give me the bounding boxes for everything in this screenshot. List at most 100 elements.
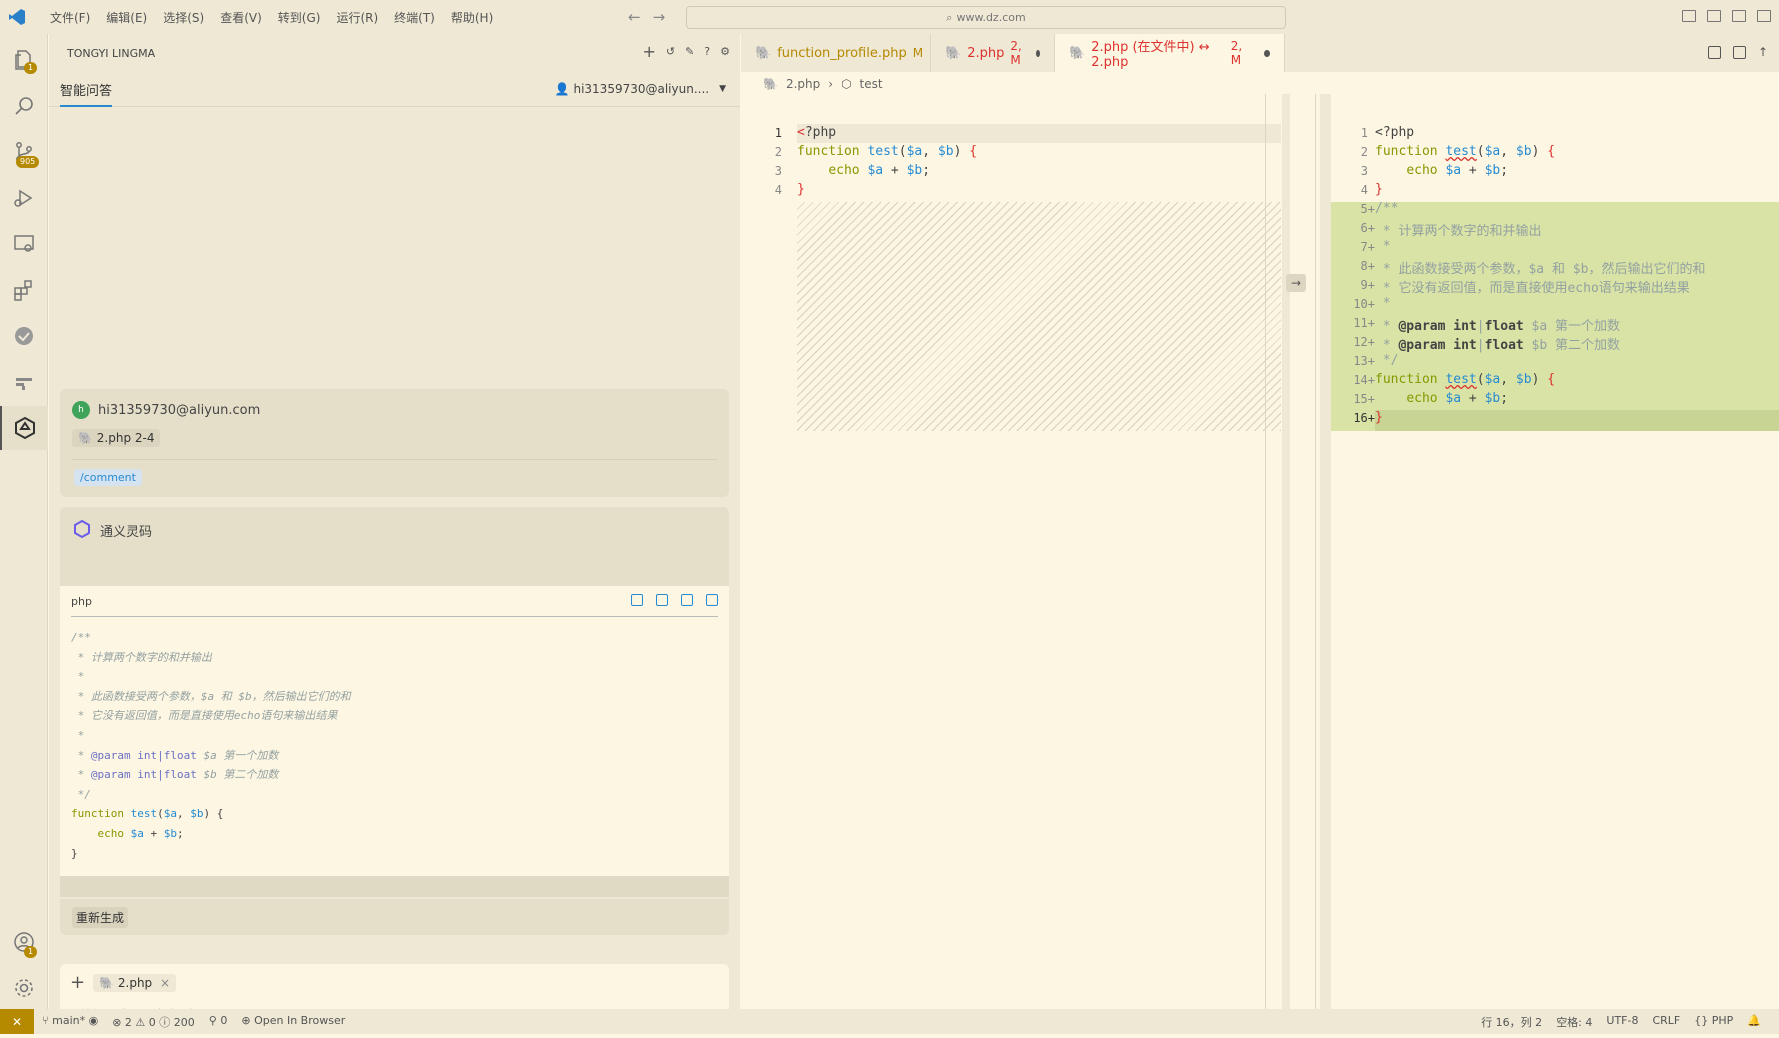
tongyi-lingma-icon[interactable] [0,406,48,450]
feedback-icon[interactable]: ✎ [685,45,694,59]
line-number: 4 [774,183,782,197]
code-line: * @param int|float $b 第二个加数 [1375,338,1621,353]
open-in-browser[interactable]: ⊕ Open In Browser [241,1014,345,1030]
toggle-panel-icon[interactable] [1707,10,1721,22]
revert-change-arrow-icon[interactable]: → [1286,274,1306,292]
diff-apply-icon[interactable] [706,594,718,606]
tab-2-php-diff[interactable]: 🐘 2.php (在文件中) ↔ 2.php 2, M [1055,34,1285,72]
file-reference-label: 2.php 2-4 [96,431,155,445]
gear-icon[interactable]: ⚙ [720,45,730,59]
attached-file-chip[interactable]: 🐘 2.php × [93,973,177,992]
line-number: 3 [1360,164,1368,178]
menu-edit[interactable]: 编辑(E) [98,9,155,26]
history-icon[interactable]: ↺ [666,45,675,59]
menu-run[interactable]: 运行(R) [328,9,386,26]
customize-layout-icon[interactable] [1757,10,1771,22]
toggle-secondary-sidebar-icon[interactable] [1732,10,1746,22]
vscode-logo-icon [0,0,34,34]
forward-arrow-icon[interactable]: → [653,8,666,26]
code-line: echo $a + $b; [1406,163,1509,178]
remote-explorer-icon[interactable] [0,222,48,266]
toggle-primary-sidebar-icon[interactable] [1682,10,1696,22]
tab-smart-qa[interactable]: 智能问答 [60,80,113,107]
problems-indicator[interactable]: ⊗ 2 ⚠ 0 ⓘ 200 [112,1014,195,1030]
language-mode[interactable]: {} PHP [1694,1014,1733,1030]
code-line: * [1375,296,1391,311]
diff-modified-pane[interactable]: 1 2 3 4 5+ 6+ 7+ 8+ 9+ 10+ 11+ 12+ 13+ 1… [1331,94,1779,1009]
braces-icon: {} [1694,1013,1709,1027]
ports-indicator[interactable]: ⚲ 0 [209,1014,228,1030]
end-of-line[interactable]: CRLF [1652,1014,1680,1030]
add-context-icon[interactable]: + [70,972,85,993]
language-label: PHP [1711,1013,1734,1027]
user-icon: 👤 [554,82,570,96]
diff-view-icon[interactable] [1708,46,1721,59]
encoding[interactable]: UTF-8 [1606,1014,1638,1030]
user-account-dropdown[interactable]: 👤 hi31359730@aliyun.... ▼ [555,82,726,96]
tongyi-lingma-panel: TONGYI LINGMA + ↺ ✎ ? ⚙ 智能问答 👤 hi3135973… [49,34,740,1036]
search-view-icon[interactable] [0,84,48,128]
open-changes-icon[interactable] [1733,46,1746,59]
source-control-icon[interactable]: 905 [0,130,48,174]
breadcrumb: 🐘 2.php › ⬡ test [741,72,1779,96]
tab-function-profile[interactable]: 🐘 function_profile.php M [741,34,931,72]
tab-label: function_profile.php [777,45,907,61]
branch-indicator[interactable]: ⑂ main* ◉ [42,1014,98,1030]
menu-view[interactable]: 查看(V) [212,9,270,26]
insert-code-icon[interactable] [631,594,643,606]
line-number: 1 [1360,126,1368,140]
file-reference[interactable]: 🐘 2.php 2-4 [72,429,161,447]
new-file-icon[interactable] [681,594,693,606]
menu-bar: 文件(F) 编辑(E) 选择(S) 查看(V) 转到(G) 运行(R) 终端(T… [42,9,501,26]
tab-2-php[interactable]: 🐘 2.php 2, M [931,34,1055,72]
menu-file[interactable]: 文件(F) [42,9,98,26]
unsaved-dot-icon [1036,49,1040,57]
close-icon[interactable]: × [160,976,170,990]
regenerate-bar: 重新生成 [60,899,729,935]
code-line: * @param int|float $a 第一个加数 [1375,319,1621,334]
breadcrumb-file[interactable]: 2.php [786,77,820,91]
settings-gear-icon[interactable] [0,966,48,1010]
warning-count: 0 [148,1015,156,1029]
code-line: echo $a + $b; [1406,391,1509,406]
new-chat-icon[interactable]: + [642,44,655,60]
menu-selection[interactable]: 选择(S) [155,9,212,26]
code-content: /** * 计算两个数字的和并输出 * * 此函数接受两个参数，$a 和 $b，… [71,631,351,860]
error-count: 2 [124,1015,132,1029]
php-file-icon: 🐘 [763,77,778,91]
open-in-browser-label: Open In Browser [254,1013,346,1027]
regenerate-button[interactable]: 重新生成 [72,907,129,928]
menu-terminal[interactable]: 终端(T) [386,9,443,26]
copy-code-icon[interactable] [656,594,668,606]
line-number: 4 [1360,183,1368,197]
cursor-position[interactable]: 行 16，列 2 [1481,1014,1542,1030]
warning-icon: ⚠ [135,1015,146,1029]
arrow-up-icon[interactable]: ↑ [1758,46,1771,59]
code-line: function test($a, $b) { [1375,372,1556,387]
timeline-icon[interactable] [0,360,48,404]
run-debug-icon[interactable] [0,176,48,220]
search-label: www.dz.com [956,11,1026,24]
breadcrumb-symbol[interactable]: test [860,77,883,91]
info-icon: ⓘ [159,1015,171,1029]
ports-count: 0 [220,1013,228,1027]
menu-help[interactable]: 帮助(H) [443,9,501,26]
diff-original-pane[interactable]: 1 2 3 4 <?php function test($a, $b) { ec… [741,94,1281,1009]
globe-icon: ⊕ [241,1013,251,1027]
notifications-icon[interactable]: 🔔 [1747,1014,1761,1030]
accounts-badge: 1 [24,946,38,958]
command-center-search[interactable]: ⌕ www.dz.com [686,6,1286,29]
title-bar: 文件(F) 编辑(E) 选择(S) 查看(V) 转到(G) 运行(R) 终端(T… [0,0,1779,34]
antenna-icon: ⚲ [208,1013,217,1027]
testing-icon[interactable] [0,314,48,358]
remote-indicator-icon[interactable]: ✕ [0,1009,34,1034]
indentation[interactable]: 空格: 4 [1556,1014,1592,1030]
accounts-icon[interactable]: 1 [0,920,48,964]
extensions-icon[interactable] [0,268,48,312]
back-arrow-icon[interactable]: ← [628,8,641,26]
error-icon: ⊗ [112,1015,122,1029]
help-icon[interactable]: ? [704,45,710,59]
menu-go[interactable]: 转到(G) [270,9,329,26]
explorer-icon[interactable]: 1 [0,38,48,82]
code-line: * [1375,239,1391,254]
